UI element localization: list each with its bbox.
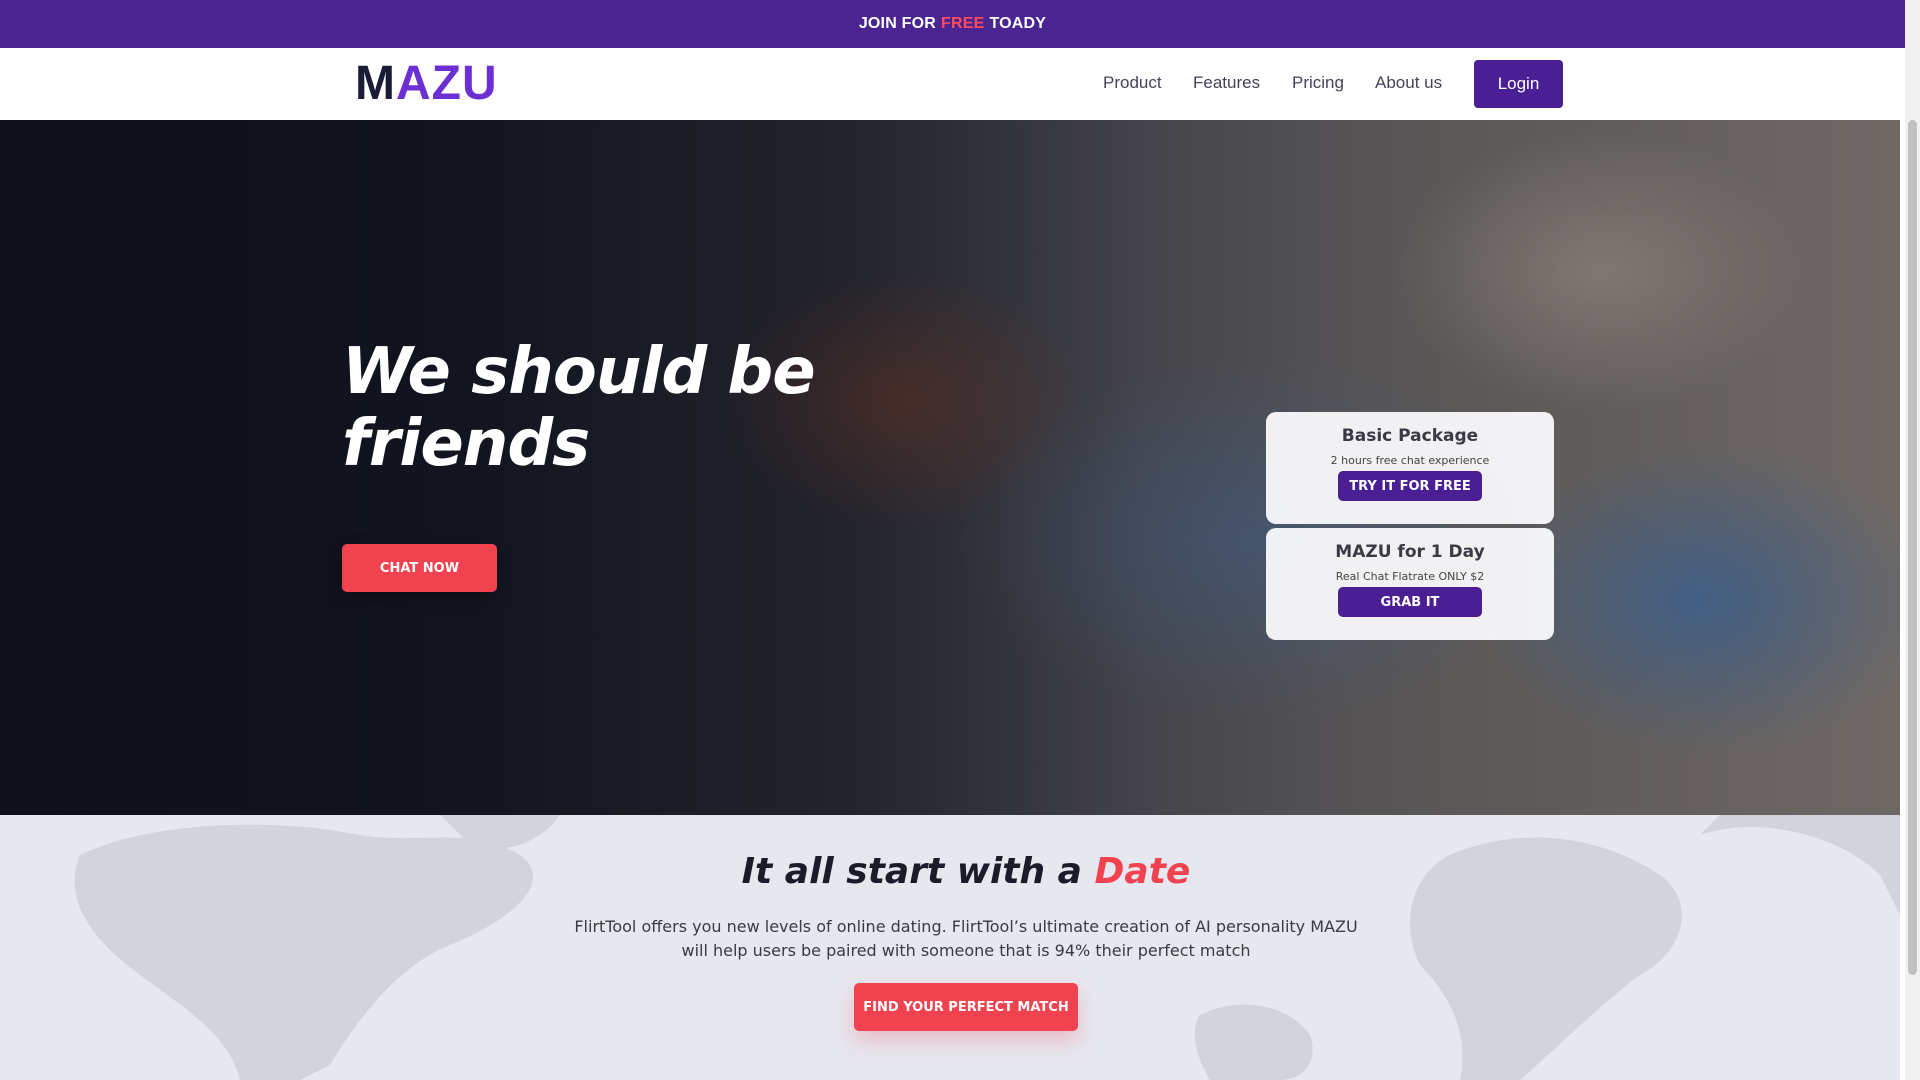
- scrollbar-thumb[interactable]: [1908, 120, 1917, 975]
- login-button[interactable]: Login: [1474, 60, 1563, 108]
- package-title: Basic Package: [1341, 426, 1479, 446]
- page-scrollbar[interactable]: [1905, 0, 1920, 1080]
- date-section-description: FlirtTool offers you new levels of onlin…: [574, 917, 1358, 960]
- chat-now-button[interactable]: CHAT NOW: [342, 544, 497, 592]
- package-description: Real Chat Flatrate ONLY $2: [1335, 570, 1485, 583]
- grab-it-button[interactable]: GRAB IT: [1338, 587, 1482, 617]
- hero-title: We should be friends: [342, 336, 862, 480]
- package-card-basic: Basic Package 2 hours free chat experien…: [1266, 412, 1554, 524]
- date-title-accent: Date: [1094, 851, 1191, 892]
- date-section: It all start with a Date FlirtTool offer…: [0, 815, 1900, 1080]
- package-title: MAZU for 1 Day: [1335, 542, 1485, 562]
- nav-product[interactable]: Product: [1103, 73, 1162, 93]
- promo-banner: JOIN FOR FREE TOADY: [0, 0, 1905, 48]
- try-free-button[interactable]: TRY IT FOR FREE: [1338, 471, 1482, 501]
- hero-title-line2: friends: [342, 407, 590, 481]
- promo-highlight: FREE: [940, 15, 985, 32]
- logo-first-letter: M: [355, 57, 396, 110]
- date-title-prefix: It all start with a: [741, 851, 1082, 892]
- logo-rest: AZU: [395, 57, 498, 110]
- hero-section: We should be friends CHAT NOW Basic Pack…: [0, 120, 1900, 815]
- find-match-button[interactable]: FIND YOUR PERFECT MATCH: [854, 983, 1078, 1031]
- promo-suffix: TOADY: [989, 15, 1047, 32]
- hero-title-line1: We should be: [342, 335, 816, 409]
- nav-pricing[interactable]: Pricing: [1292, 73, 1344, 93]
- package-description: 2 hours free chat experience: [1330, 454, 1490, 467]
- nav-features[interactable]: Features: [1193, 73, 1260, 93]
- logo[interactable]: MAZU: [355, 58, 498, 110]
- navbar: MAZU Product Features Pricing About us L…: [0, 48, 1905, 120]
- package-card-day: MAZU for 1 Day Real Chat Flatrate ONLY $…: [1266, 528, 1554, 640]
- hero-image-overlay: [0, 120, 1900, 815]
- promo-prefix: JOIN FOR: [858, 15, 936, 32]
- date-section-title: It all start with a Date: [0, 851, 1900, 892]
- nav-about-us[interactable]: About us: [1375, 73, 1442, 93]
